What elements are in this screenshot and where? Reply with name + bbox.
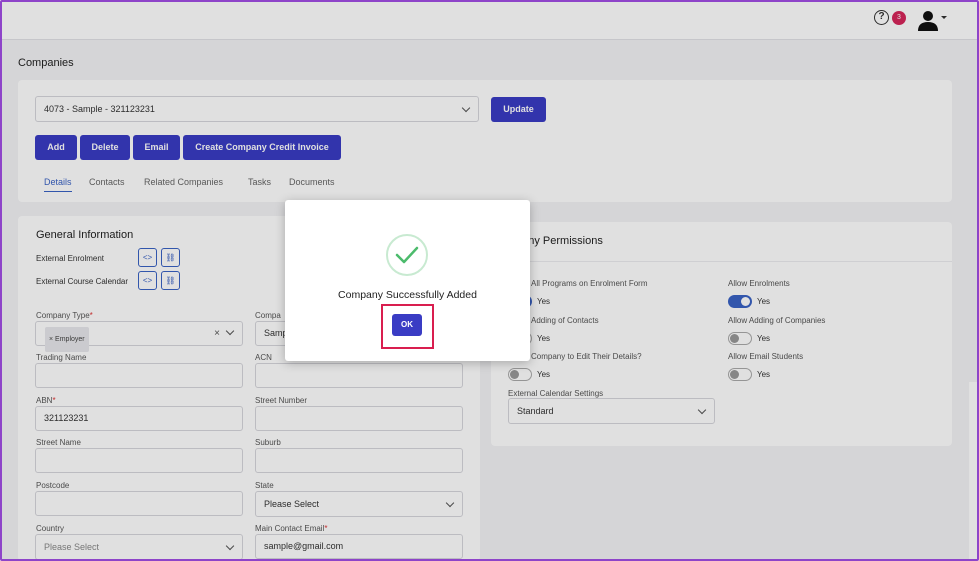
check-icon [386, 234, 428, 276]
ok-button[interactable]: OK [392, 314, 422, 336]
success-modal: Company Successfully Added OK [285, 200, 530, 361]
modal-message: Company Successfully Added [338, 289, 477, 301]
